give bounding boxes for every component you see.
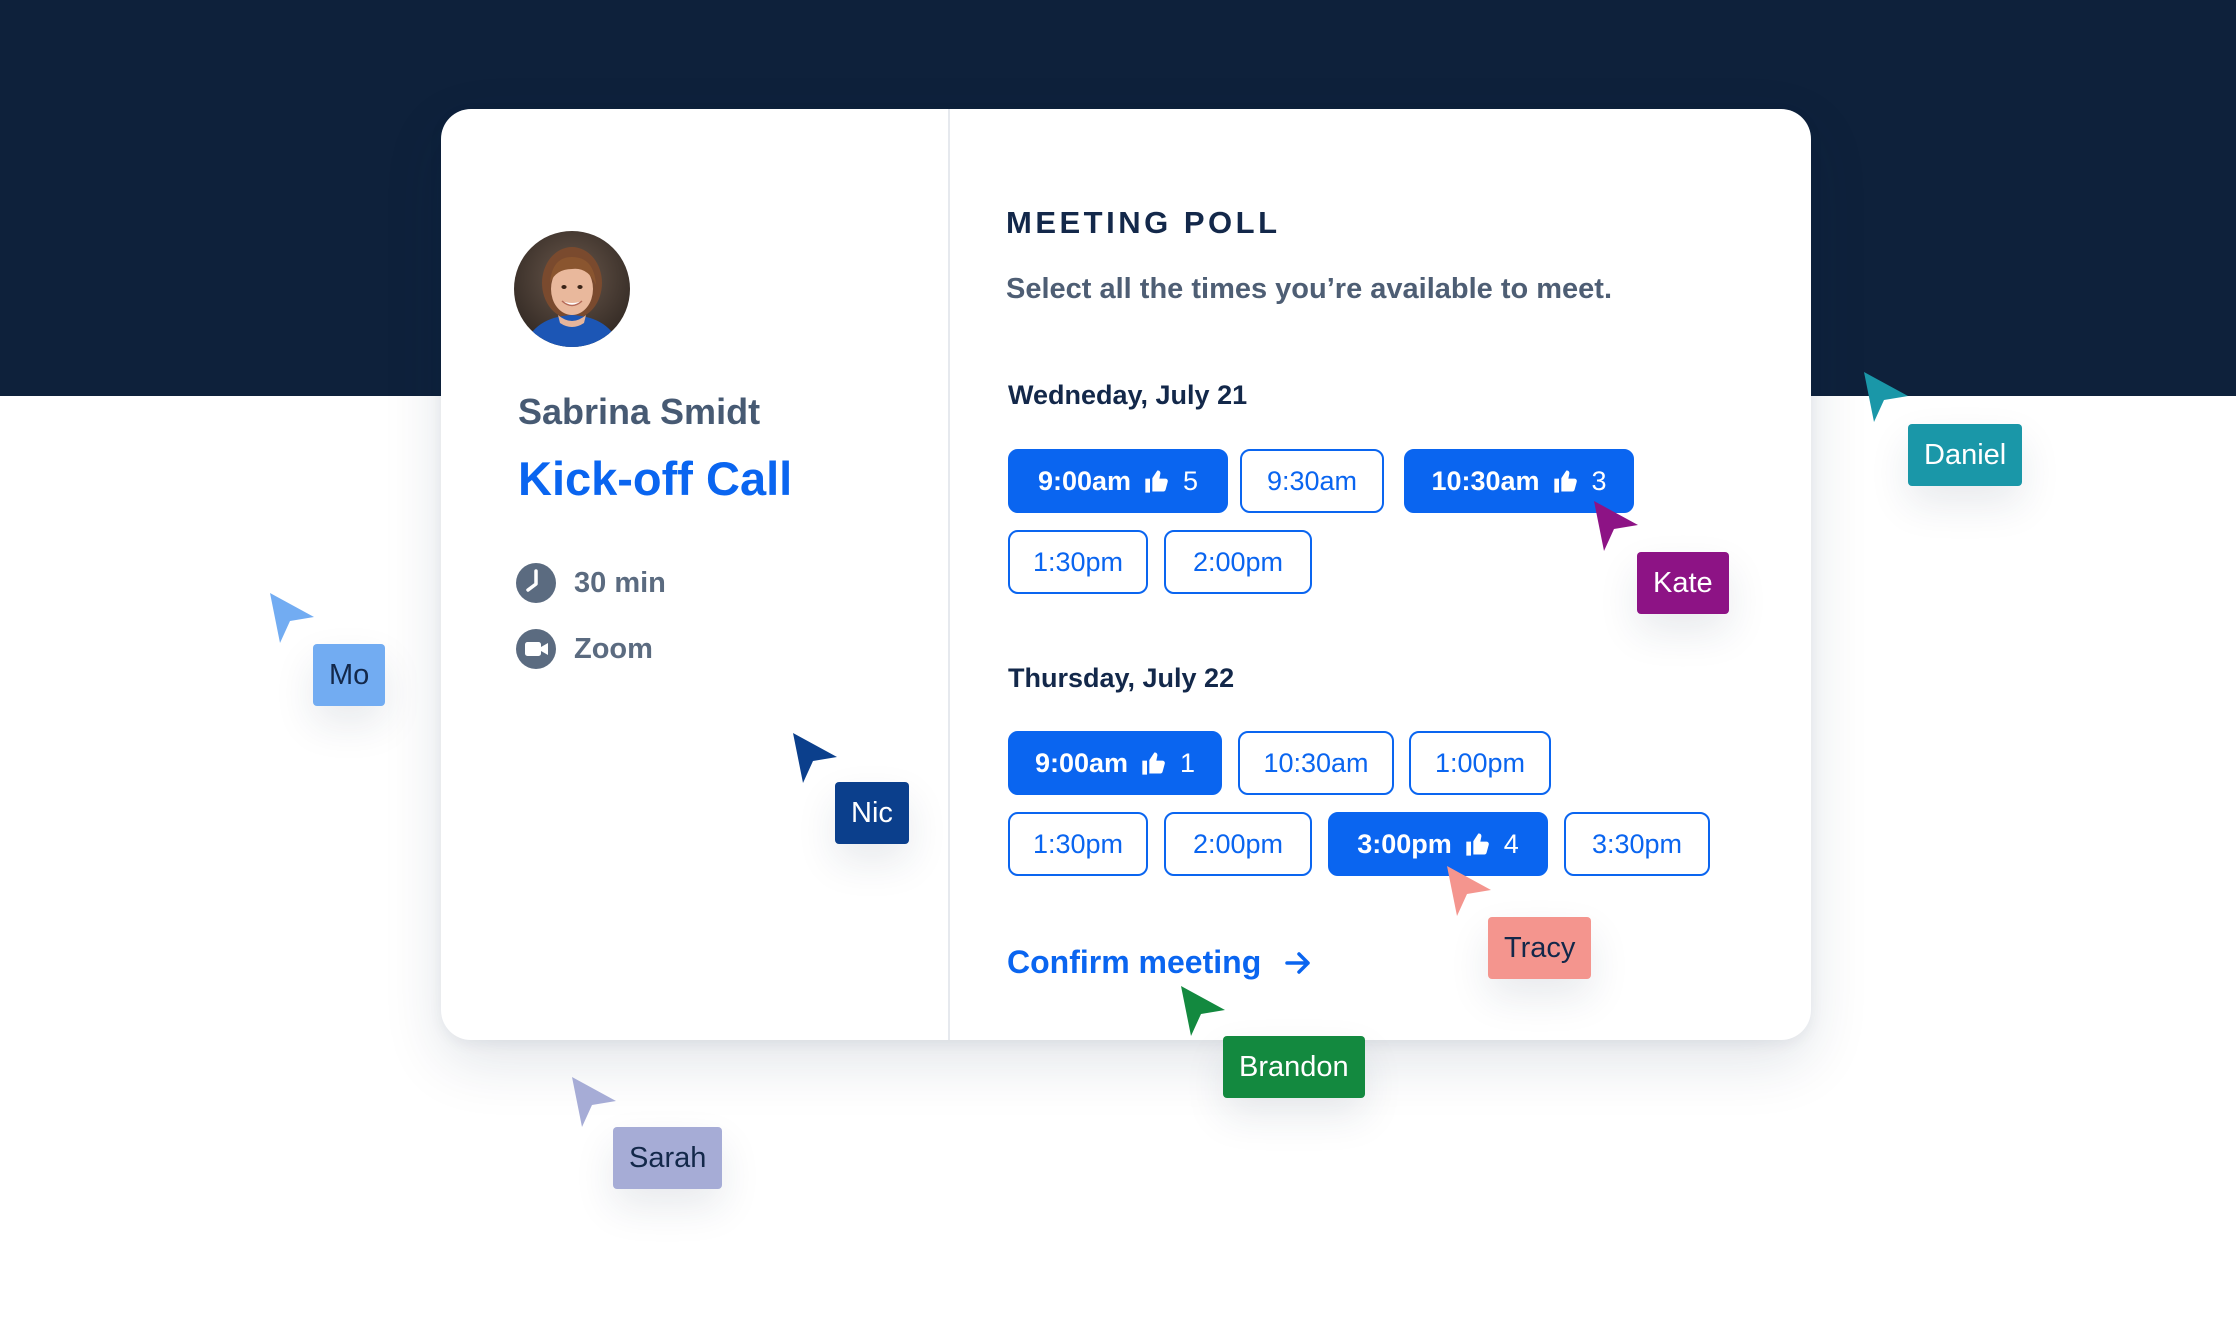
day-heading-july-22: Thursday, July 22 [1008, 663, 1235, 693]
clock-icon [515, 562, 557, 604]
day-heading-july-21: Wedneday, July 21 [1008, 380, 1248, 410]
slot-time: 1:30pm [1032, 828, 1124, 859]
cursor-label-mo: Mo [313, 644, 386, 706]
cursor-label-kate: Kate [1637, 552, 1729, 614]
host-name: Sabrina Smidt [518, 391, 761, 432]
slot-time: 2:00pm [1192, 828, 1284, 859]
time-slot-jul21-0130pm[interactable]: 1:30pm [1008, 530, 1148, 594]
poll-title: MEETING POLL [1006, 205, 1281, 240]
cursor-label-brandon: Brandon [1223, 1036, 1365, 1098]
time-slot-jul22-0100pm[interactable]: 1:00pm [1409, 731, 1551, 795]
thumbs-up-icon [1464, 830, 1492, 858]
cursor-arrow-icon-kate [1594, 501, 1638, 551]
meeting-poll-card: Sabrina Smidt Kick-off Call 30 min Zoom [441, 109, 1811, 1040]
time-slot-jul22-0130pm[interactable]: 1:30pm [1008, 812, 1148, 876]
cursor-label-sarah: Sarah [613, 1127, 723, 1189]
slot-time: 1:30pm [1032, 546, 1124, 577]
arrow-right-icon [1283, 948, 1313, 978]
confirm-meeting-label: Confirm meeting [1007, 944, 1262, 980]
duration-row: 30 min [515, 562, 666, 604]
slot-time: 10:30am [1263, 747, 1369, 778]
slot-time: 9:30am [1266, 465, 1358, 496]
vote-count: 5 [1183, 465, 1199, 496]
slot-time: 9:00am [1034, 747, 1129, 778]
cursor-arrow-icon-mo [270, 593, 314, 643]
host-avatar [514, 231, 630, 347]
cursor-label-tracy: Tracy [1488, 917, 1592, 979]
location-row: Zoom [515, 628, 653, 670]
thumbs-up-icon [1140, 749, 1168, 777]
cursor-label-nic: Nic [835, 782, 909, 844]
time-slot-jul21-0900am[interactable]: 9:00am 5 [1008, 449, 1228, 513]
slot-time: 3:00pm [1357, 828, 1452, 859]
cursor-arrow-icon-daniel [1864, 372, 1908, 422]
cursor-arrow-icon-nic [793, 733, 837, 783]
cursor-arrow-icon-sarah [572, 1077, 616, 1127]
slot-time: 1:00pm [1434, 747, 1526, 778]
vote-count: 4 [1503, 828, 1519, 859]
slot-time: 9:00am [1037, 465, 1132, 496]
poll-instructions: Select all the times you’re available to… [1006, 273, 1613, 305]
time-slot-jul22-0200pm[interactable]: 2:00pm [1164, 812, 1312, 876]
time-slot-jul21-0200pm[interactable]: 2:00pm [1164, 530, 1312, 594]
event-title: Kick-off Call [518, 452, 793, 505]
vote-count: 1 [1180, 747, 1196, 778]
slot-time: 2:00pm [1192, 546, 1284, 577]
slot-time: 10:30am [1431, 465, 1540, 496]
time-slot-jul22-0330pm[interactable]: 3:30pm [1564, 812, 1710, 876]
cursor-arrow-icon-tracy [1447, 866, 1491, 916]
event-details-panel: Sabrina Smidt Kick-off Call 30 min Zoom [441, 109, 950, 1040]
video-camera-icon [515, 628, 557, 670]
confirm-meeting-link[interactable]: Confirm meeting [1007, 944, 1313, 981]
thumbs-up-icon [1552, 467, 1580, 495]
time-slot-jul22-1030am[interactable]: 10:30am [1238, 731, 1394, 795]
time-slot-jul21-0930am[interactable]: 9:30am [1240, 449, 1384, 513]
cursor-arrow-icon-brandon [1181, 986, 1225, 1036]
slot-time: 3:30pm [1591, 828, 1683, 859]
thumbs-up-icon [1143, 467, 1171, 495]
location-text: Zoom [574, 632, 653, 665]
cursor-label-daniel: Daniel [1908, 424, 2023, 486]
vote-count: 3 [1591, 465, 1607, 496]
duration-text: 30 min [574, 566, 666, 599]
time-slot-jul22-0900am[interactable]: 9:00am 1 [1008, 731, 1222, 795]
time-slot-jul22-0300pm[interactable]: 3:00pm 4 [1328, 812, 1548, 876]
